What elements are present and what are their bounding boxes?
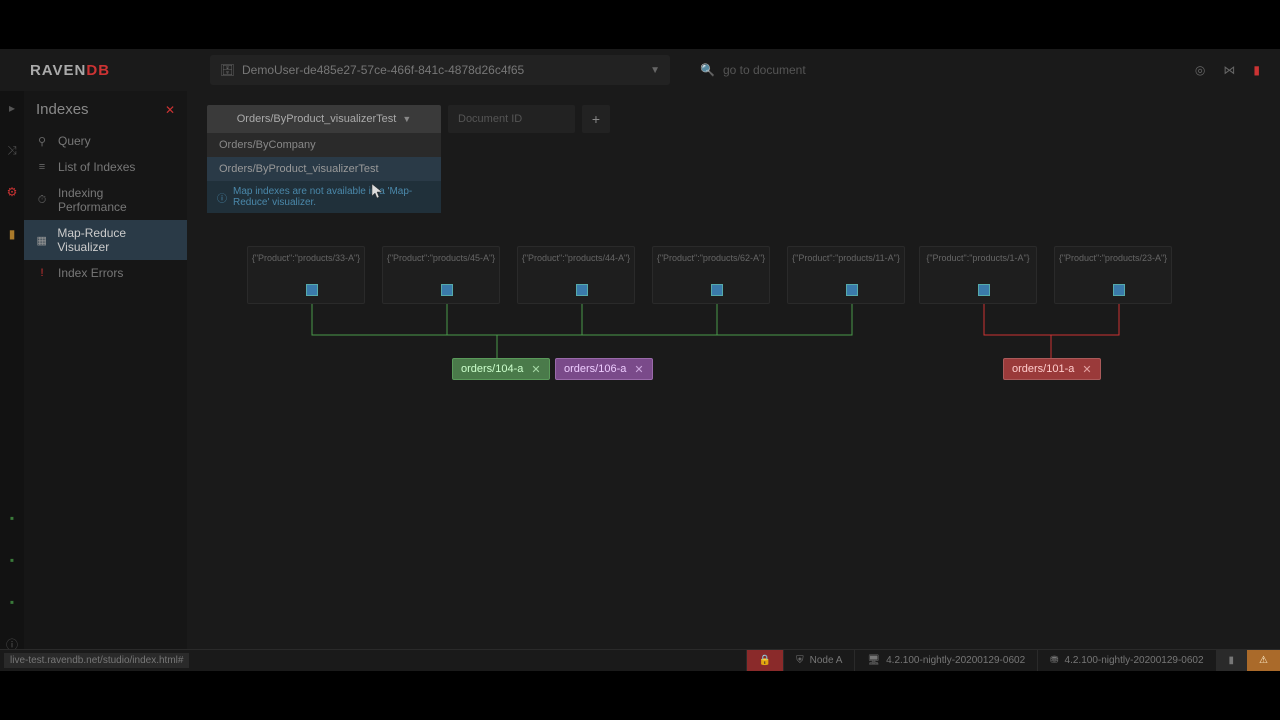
dropdown-item[interactable]: Orders/ByCompany — [207, 133, 441, 157]
index-dropdown-selected: Orders/ByProduct_visualizerTest — [237, 113, 397, 125]
dashboard-icon[interactable]: ◎ — [1195, 63, 1205, 77]
footer-alert[interactable]: 🔒 — [746, 650, 783, 671]
rail-item-a[interactable]: ▪ — [5, 511, 19, 525]
chevron-down-icon: ▼ — [650, 65, 660, 76]
add-button[interactable]: + — [582, 105, 610, 133]
sidebar-item-map-reduce-visualizer[interactable]: ▦ Map-Reduce Visualizer — [24, 220, 187, 260]
document-id-input[interactable] — [448, 105, 575, 133]
rail-stats[interactable]: ▮ — [5, 227, 19, 241]
index-dropdown[interactable]: Orders/ByProduct_visualizerTest ▼ Orders… — [207, 105, 441, 213]
sidebar-item-label: Map-Reduce Visualizer — [57, 226, 175, 254]
document-tag[interactable]: orders/106-a ✕ — [555, 358, 653, 380]
remove-icon[interactable]: ✕ — [1082, 363, 1091, 376]
sidebar-item-label: Query — [58, 134, 91, 148]
database-icon: 🗄 — [220, 63, 234, 77]
footer: live-test.ravendb.net/studio/index.html#… — [0, 649, 1280, 671]
tag-label: orders/106-a — [564, 363, 626, 375]
rail-settings[interactable]: ⚙ — [5, 185, 19, 199]
database-name: DemoUser-de485e27-57ce-466f-841c-4878d26… — [242, 63, 642, 77]
sidebar-title: Indexes ✕ — [24, 91, 187, 128]
document-search-input[interactable] — [723, 63, 923, 77]
footer-url: live-test.ravendb.net/studio/index.html# — [4, 653, 189, 668]
close-icon[interactable]: ✕ — [165, 103, 175, 117]
sidebar-title-text: Indexes — [36, 101, 89, 118]
logo-second: DB — [86, 62, 110, 79]
sidebar-item-label: List of Indexes — [58, 160, 135, 174]
document-tag[interactable]: orders/101-a ✕ — [1003, 358, 1101, 380]
reduce-node[interactable] — [978, 284, 990, 296]
dropdown-item[interactable]: Orders/ByProduct_visualizerTest — [207, 157, 441, 181]
document-search: 🔍 — [700, 55, 1195, 85]
reduce-card-title: {"Product":"products/62-A"} — [653, 247, 769, 263]
database-selector[interactable]: 🗄 DemoUser-de485e27-57ce-466f-841c-4878d… — [210, 55, 670, 85]
footer-version-server: ⛃ 4.2.100-nightly-20200129-0602 — [1037, 650, 1215, 671]
logo-first: RAVEN — [30, 62, 86, 79]
sidebar-item-icon: ⏱ — [36, 194, 48, 207]
sidebar-item-indexing-performance[interactable]: ⏱ Indexing Performance — [24, 180, 187, 220]
sidebar-item-icon: ⚲ — [36, 135, 48, 148]
remove-icon[interactable]: ✕ — [531, 363, 540, 376]
search-icon: 🔍 — [700, 63, 715, 77]
rail-item-c[interactable]: ▪ — [5, 595, 19, 609]
sidebar-item-icon: ! — [36, 267, 48, 279]
remove-icon[interactable]: ✕ — [634, 363, 643, 376]
reduce-node[interactable] — [1113, 284, 1125, 296]
reduce-card-title: {"Product":"products/23-A"} — [1055, 247, 1171, 263]
reduce-node[interactable] — [846, 284, 858, 296]
reduce-card-title: {"Product":"products/33-A"} — [248, 247, 364, 263]
sidebar-item-query[interactable]: ⚲ Query — [24, 128, 187, 154]
sidebar-item-list-of-indexes[interactable]: ≡ List of Indexes — [24, 154, 187, 180]
reduce-node[interactable] — [711, 284, 723, 296]
dropdown-hint-text: Map indexes are not available in a 'Map-… — [233, 186, 431, 208]
sidebar-item-icon: ≡ — [36, 161, 48, 173]
reduce-node[interactable] — [441, 284, 453, 296]
footer-version-client: 🖥 4.2.100-nightly-20200129-0602 — [854, 650, 1037, 671]
rail-item-b[interactable]: ▪ — [5, 553, 19, 567]
rail-documents[interactable]: ▸ — [5, 101, 19, 115]
left-rail: ▸ ⤨ ⚙ ▮ ▪ ▪ ▪ ⓘ — [0, 91, 24, 671]
footer-notification[interactable]: ▮ — [1216, 650, 1247, 671]
toolbar: Orders/ByProduct_visualizerTest ▼ Orders… — [187, 91, 1280, 213]
footer-node[interactable]: ⛨ Node A — [783, 650, 854, 671]
logo[interactable]: RAVENDB — [0, 62, 140, 79]
feedback-icon[interactable]: ▮ — [1253, 63, 1260, 77]
reduce-node[interactable] — [306, 284, 318, 296]
reduce-card-title: {"Product":"products/44-A"} — [518, 247, 634, 263]
header: RAVENDB 🗄 DemoUser-de485e27-57ce-466f-84… — [0, 49, 1280, 91]
index-dropdown-head[interactable]: Orders/ByProduct_visualizerTest ▼ — [207, 105, 441, 133]
sidebar-item-icon: ▦ — [36, 234, 47, 247]
reduce-card-title: {"Product":"products/1-A"} — [920, 247, 1036, 263]
tag-label: orders/101-a — [1012, 363, 1074, 375]
tag-label: orders/104-a — [461, 363, 523, 375]
sidebar: Indexes ✕ ⚲ Query ≡ List of Indexes ⏱ Indexin… — [24, 91, 187, 671]
reduce-node[interactable] — [576, 284, 588, 296]
document-tag[interactable]: orders/104-a ✕ — [452, 358, 550, 380]
sidebar-item-label: Index Errors — [58, 266, 123, 280]
rail-indexes[interactable]: ⤨ — [5, 143, 19, 157]
dropdown-hint: ⓘ Map indexes are not available in a 'Ma… — [207, 181, 441, 213]
footer-warning[interactable]: ⚠ — [1246, 650, 1280, 671]
main-area: Orders/ByProduct_visualizerTest ▼ Orders… — [187, 91, 1280, 671]
sidebar-item-index-errors[interactable]: ! Index Errors — [24, 260, 187, 286]
reduce-card-title: {"Product":"products/45-A"} — [383, 247, 499, 263]
sidebar-item-label: Indexing Performance — [58, 186, 175, 214]
caret-down-icon: ▼ — [402, 114, 411, 124]
info-icon: ⓘ — [217, 190, 227, 205]
link-icon[interactable]: ⋈ — [1223, 63, 1235, 77]
reduce-card-title: {"Product":"products/11-A"} — [788, 247, 904, 263]
